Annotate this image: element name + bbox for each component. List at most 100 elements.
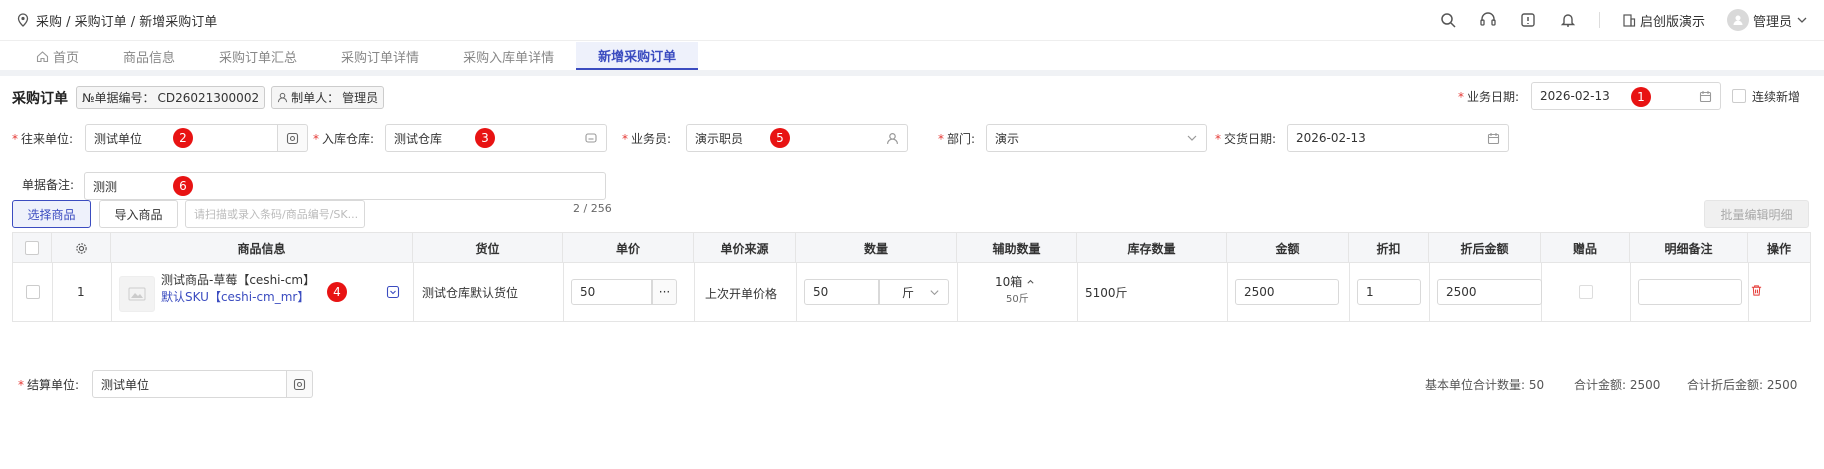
header-aux-qty: 辅助数量 — [957, 233, 1077, 263]
breadcrumb: 采购 / 采购订单 / 新增采购订单 — [16, 11, 217, 30]
delivery-date-field[interactable]: 2026-02-13 — [1287, 124, 1509, 152]
creator-label: 制单人： — [291, 91, 340, 105]
discount-value: 1 — [1366, 285, 1374, 299]
header-price-source: 单价来源 — [694, 233, 796, 263]
delete-icon[interactable] — [1750, 284, 1763, 297]
row-checkbox[interactable] — [26, 285, 40, 299]
barcode-scan-input[interactable]: 请扫描或录入条码/商品编号/SK... — [185, 200, 365, 228]
business-date-label: * 业务日期: — [1458, 90, 1520, 104]
dept-select[interactable]: 演示 — [986, 124, 1207, 152]
total-qty: 基本单位合计数量: 50 — [1425, 378, 1545, 392]
dept-value: 演示 — [995, 131, 1020, 146]
annotation-badge-1: 1 — [1631, 87, 1651, 107]
user-menu[interactable]: 管理员 — [1726, 9, 1808, 31]
chevron-up-icon[interactable] — [1026, 277, 1035, 286]
column-settings[interactable] — [52, 233, 111, 263]
dept-label: * 部门: — [938, 132, 976, 146]
tab-home[interactable]: 首页 — [14, 42, 101, 70]
org-switcher[interactable]: 启创版演示 — [1622, 11, 1705, 30]
header-discounted-amount: 折后金额 — [1429, 233, 1541, 263]
header-amount: 金额 — [1227, 233, 1349, 263]
tab-label: 采购入库单详情 — [463, 50, 555, 66]
chevron-down-icon — [1796, 14, 1808, 26]
annotation-badge-5: 5 — [770, 128, 790, 148]
header-location: 货位 — [413, 233, 563, 263]
qty-input[interactable]: 50 — [804, 279, 879, 305]
header-discount: 折扣 — [1349, 233, 1429, 263]
settle-input[interactable]: 测试单位 — [92, 370, 287, 398]
goods-image — [119, 276, 155, 312]
tab-po-detail[interactable]: 采购订单详情 — [319, 42, 441, 70]
delivery-date-label: * 交货日期: — [1215, 132, 1277, 146]
org-name: 启创版演示 — [1639, 14, 1705, 30]
discounted-amount-input[interactable]: 2500 — [1437, 279, 1542, 305]
select-goods-button[interactable]: 选择商品 — [12, 200, 91, 228]
price-input[interactable]: 50 — [571, 279, 652, 305]
more-icon: ··· — [658, 285, 671, 299]
bell-icon[interactable] — [1559, 11, 1577, 29]
remark-value: 测测 — [93, 179, 118, 194]
support-headset-icon[interactable] — [1479, 11, 1497, 29]
stock-value: 5100斤 — [1085, 286, 1128, 300]
tab-po-summary[interactable]: 采购订单汇总 — [197, 42, 319, 70]
total-discounted-amount: 合计折后金额: 2500 — [1687, 378, 1798, 392]
calendar-icon — [1487, 132, 1500, 145]
amount-input[interactable]: 2500 — [1235, 279, 1339, 305]
aux-qty-value: 10箱 — [995, 275, 1023, 289]
doc-number-tag: №单据编号： CD26021300002 — [76, 86, 266, 109]
qty-value: 50 — [813, 285, 829, 299]
detail-remark-input[interactable] — [1638, 279, 1742, 305]
settle-picker-button[interactable] — [287, 370, 313, 398]
picker-icon — [286, 132, 299, 145]
notice-icon[interactable] — [1519, 11, 1537, 29]
goods-sku-link[interactable]: 默认SKU【ceshi-cm_mr】 — [161, 288, 309, 305]
breadcrumb-text[interactable]: 采购 / 采购订单 / 新增采购订单 — [36, 11, 217, 30]
business-date-field[interactable]: 2026-02-13 — [1531, 82, 1721, 110]
goods-name: 测试商品-草莓【ceshi-cm】 — [161, 273, 316, 287]
total-amount: 合计金额: 2500 — [1574, 378, 1661, 392]
select-all-checkbox[interactable] — [25, 241, 39, 255]
remark-input[interactable]: 测测 — [84, 172, 606, 200]
user-icon — [886, 132, 899, 145]
goods-detail-icon[interactable] — [386, 285, 400, 299]
price-more-button[interactable]: ··· — [652, 279, 677, 305]
creator-value: 管理员 — [342, 91, 379, 105]
continuous-add-label: 连续新增 — [1752, 90, 1801, 104]
page-title: 采购订单 — [12, 90, 68, 107]
user-icon — [277, 92, 288, 103]
header-detail-remark: 明细备注 — [1630, 233, 1748, 263]
building-icon — [1622, 13, 1636, 27]
remark-label: 单据备注: — [22, 178, 75, 192]
warehouse-select[interactable]: 测试仓库 — [385, 124, 607, 152]
user-name: 管理员 — [1752, 14, 1792, 30]
tab-goods-info[interactable]: 商品信息 — [101, 42, 197, 70]
partner-picker-button[interactable] — [278, 124, 308, 152]
tab-label: 采购订单详情 — [341, 50, 420, 66]
business-date-value: 2026-02-13 — [1540, 89, 1610, 103]
gift-checkbox[interactable] — [1579, 285, 1593, 299]
gear-icon[interactable] — [75, 242, 88, 255]
location-pin-icon — [16, 13, 30, 27]
import-goods-button[interactable]: 导入商品 — [99, 200, 178, 228]
tab-label: 新增采购订单 — [598, 49, 677, 65]
discount-input[interactable]: 1 — [1357, 279, 1421, 305]
delivery-date-value: 2026-02-13 — [1296, 131, 1366, 145]
header-price: 单价 — [563, 233, 694, 263]
goods-table: 商品信息 货位 单价 单价来源 数量 辅助数量 库存数量 金额 折扣 折后金额 … — [12, 232, 1811, 322]
location-value: 测试仓库默认货位 — [422, 286, 519, 300]
main-panel: 采购订单 №单据编号： CD26021300002 制单人： 管理员 * 业务日期… — [0, 76, 1824, 469]
amount-value: 2500 — [1244, 285, 1275, 299]
settle-value: 测试单位 — [101, 377, 150, 392]
doc-no-label: №单据编号： — [82, 91, 155, 105]
unit-select[interactable]: 斤 — [879, 279, 949, 305]
batch-edit-button[interactable]: 批量编辑明细 — [1704, 200, 1809, 228]
chevron-down-icon — [929, 287, 940, 298]
tab-inbound-detail[interactable]: 采购入库单详情 — [441, 42, 576, 70]
salesman-select[interactable]: 演示职员 — [686, 124, 908, 152]
header-stock: 库存数量 — [1077, 233, 1227, 263]
continuous-add-checkbox[interactable] — [1732, 89, 1746, 103]
remark-char-count: 2 / 256 — [573, 202, 612, 215]
search-icon[interactable] — [1439, 11, 1457, 29]
annotation-badge-3: 3 — [475, 128, 495, 148]
tab-new-po[interactable]: 新增采购订单 — [576, 42, 699, 70]
